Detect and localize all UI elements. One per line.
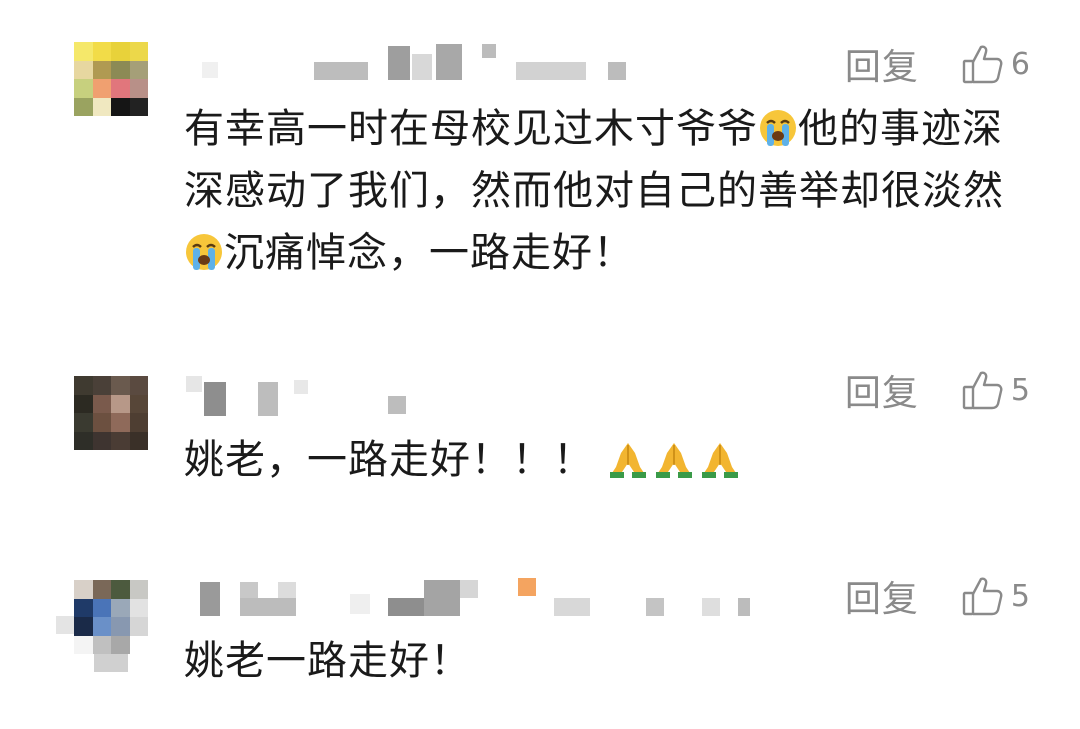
folded-hands-icon (609, 443, 646, 478)
avatar-mosaic-fragment (94, 654, 128, 672)
like-count: 5 (1010, 372, 1030, 408)
comment-text-part: 姚老，一路走好！！！ (184, 437, 608, 483)
comment-text: 姚老一路走好！ (184, 630, 1014, 692)
avatar[interactable] (74, 376, 148, 450)
comment-text-part: 沉痛悼念，一路走好！ (224, 230, 634, 276)
avatar[interactable] (74, 580, 148, 654)
avatar-mosaic-fragment (56, 616, 74, 634)
like-count: 5 (1010, 578, 1030, 614)
thumbs-up-icon (962, 577, 1003, 616)
thumbs-up-icon (962, 371, 1003, 410)
like-button[interactable]: 5 (961, 574, 1030, 618)
like-count: 6 (1010, 46, 1030, 82)
username-blurred[interactable] (200, 578, 760, 618)
comment-text-part: 有幸高一时在母校见过木寸爷爷 (184, 106, 758, 152)
loudly-crying-face-icon (760, 110, 796, 146)
folded-hands-icon (655, 443, 692, 478)
like-button[interactable]: 6 (961, 42, 1030, 86)
like-button[interactable]: 5 (961, 368, 1030, 412)
folded-hands-icon (701, 443, 738, 478)
comment-actions: 回复 5 (845, 570, 1030, 622)
reply-button[interactable]: 回复 (845, 364, 919, 416)
reply-button[interactable]: 回复 (845, 570, 919, 622)
comment-actions: 回复 5 (845, 364, 1030, 416)
comment-text: 有幸高一时在母校见过木寸爷爷 他的事迹深深感动了我们，然而他对自己的善举却很淡然沉… (184, 98, 1014, 284)
username-blurred[interactable] (186, 376, 426, 416)
reply-button[interactable]: 回复 (845, 38, 919, 90)
comment-text-part: 姚老一路走好！ (184, 638, 471, 684)
avatar[interactable] (74, 42, 148, 116)
loudly-crying-face-icon (186, 234, 222, 270)
comment-text: 姚老，一路走好！！！ (184, 429, 1014, 491)
username-blurred[interactable] (190, 44, 630, 84)
comment-actions: 回复 6 (845, 38, 1030, 90)
thumbs-up-icon (962, 45, 1003, 84)
